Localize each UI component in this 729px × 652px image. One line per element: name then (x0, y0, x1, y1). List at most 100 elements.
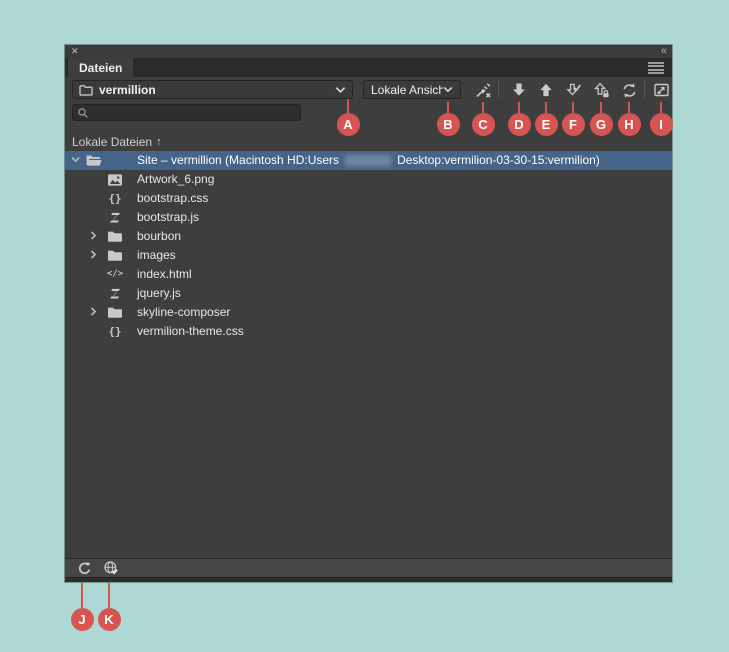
panel-title-strip: ✕ « (65, 45, 672, 58)
tab-bar: Dateien (65, 58, 672, 77)
chevron-down-icon (443, 86, 453, 93)
css-file-icon: {} (106, 323, 124, 340)
file-name: bootstrap.js (137, 208, 199, 227)
folder-icon (106, 228, 124, 245)
file-name: jquery.js (137, 284, 181, 303)
check-out-files-button[interactable] (563, 80, 583, 100)
annotation-line-g (600, 102, 602, 113)
toolbar-separator (498, 81, 499, 98)
annotation-marker-d: D (508, 113, 531, 136)
annotation-marker-h: H (618, 113, 641, 136)
redacted-username (345, 155, 391, 166)
chevron-right-icon[interactable] (88, 249, 101, 262)
annotation-line-a (347, 99, 349, 113)
annotation-marker-g: G (590, 113, 613, 136)
site-log-button[interactable] (102, 560, 120, 576)
file-name: index.html (137, 265, 192, 284)
search-field[interactable] (72, 104, 301, 121)
panel-menu-icon[interactable] (648, 62, 664, 74)
connect-server-x-icon (474, 81, 493, 99)
local-files-label: Lokale Dateien (72, 135, 152, 149)
site-root-label: Site – vermillion (Macintosh HD:UsersDes… (137, 151, 600, 170)
expand-panel-button[interactable] (651, 80, 671, 100)
search-icon (77, 107, 89, 119)
file-row[interactable]: skyline-composer (65, 303, 672, 322)
site-select-dropdown[interactable]: vermillion (72, 80, 353, 99)
annotation-line-h (628, 102, 630, 113)
file-row[interactable]: jquery.js (65, 284, 672, 303)
connect-remote-server-button[interactable] (473, 80, 493, 100)
annotation-line-k (108, 583, 110, 608)
status-bar (65, 558, 672, 577)
image-file-icon (106, 171, 124, 188)
file-tree: Site – vermillion (Macintosh HD:UsersDes… (65, 151, 672, 558)
annotation-marker-a: A (337, 113, 360, 136)
chevron-down-icon (335, 86, 346, 94)
sync-arrows-icon (621, 82, 638, 99)
file-name: bourbon (137, 227, 181, 246)
toolbar: vermillion Lokale Ansicht (65, 77, 672, 103)
js-file-icon (106, 285, 124, 302)
file-row[interactable]: bourbon (65, 227, 672, 246)
folder-icon (106, 304, 124, 321)
annotation-line-j (81, 583, 83, 608)
view-select-dropdown[interactable]: Lokale Ansicht (363, 80, 461, 99)
view-select-value: Lokale Ansicht (371, 83, 443, 97)
synchronize-button[interactable] (619, 80, 639, 100)
file-row[interactable]: {} bootstrap.css (65, 189, 672, 208)
annotation-marker-k: K (98, 608, 121, 631)
file-name: images (137, 246, 176, 265)
annotation-marker-j: J (71, 608, 94, 631)
annotation-line-f (572, 102, 574, 113)
collapse-panel-icon[interactable]: « (661, 47, 666, 56)
panel-resize-strip (65, 577, 672, 582)
sort-ascending-icon: ↑ (156, 136, 162, 148)
check-in-files-button[interactable] (591, 80, 611, 100)
put-files-button[interactable] (536, 80, 556, 100)
annotation-marker-c: C (472, 113, 495, 136)
close-icon[interactable]: ✕ (71, 47, 79, 56)
globe-check-icon (103, 560, 120, 576)
chevron-right-icon[interactable] (88, 230, 101, 243)
refresh-button[interactable] (75, 560, 93, 576)
chevron-down-icon[interactable] (70, 154, 83, 167)
annotation-marker-e: E (535, 113, 558, 136)
annotation-line-d (518, 102, 520, 113)
refresh-icon (77, 561, 92, 576)
annotation-line-i (660, 102, 662, 113)
annotation-marker-f: F (562, 113, 585, 136)
site-select-value: vermillion (99, 83, 335, 97)
folder-icon (79, 84, 93, 96)
screenshot-stage: ✕ « Dateien vermillion Lokale Ansicht (0, 0, 729, 652)
annotation-line-c (482, 102, 484, 113)
arrow-down-filled-icon (511, 82, 527, 98)
annotation-line-e (545, 102, 547, 113)
file-row[interactable]: </> index.html (65, 265, 672, 284)
annotation-marker-b: B (437, 113, 460, 136)
html-file-icon: </> (106, 266, 124, 283)
file-row[interactable]: bootstrap.js (65, 208, 672, 227)
file-row[interactable]: images (65, 246, 672, 265)
expand-panel-icon (653, 82, 670, 98)
folder-icon (106, 247, 124, 264)
file-name: bootstrap.css (137, 189, 208, 208)
file-row[interactable]: Artwork_6.png (65, 170, 672, 189)
file-name: Artwork_6.png (137, 170, 214, 189)
site-root-row[interactable]: Site – vermillion (Macintosh HD:UsersDes… (65, 151, 672, 170)
chevron-right-icon[interactable] (88, 306, 101, 319)
local-files-header[interactable]: Lokale Dateien ↑ (65, 133, 672, 151)
js-file-icon (106, 209, 124, 226)
arrow-up-filled-icon (538, 82, 554, 98)
file-name: skyline-composer (137, 303, 230, 322)
arrow-up-lock-icon (593, 82, 610, 99)
search-input[interactable] (93, 106, 296, 120)
get-files-button[interactable] (509, 80, 529, 100)
arrow-down-check-icon (565, 82, 582, 99)
css-file-icon: {} (106, 190, 124, 207)
annotation-line-b (447, 102, 449, 113)
file-row[interactable]: {} vermilion-theme.css (65, 322, 672, 341)
folder-open-icon (85, 152, 103, 169)
file-name: vermilion-theme.css (137, 322, 244, 341)
tab-dateien[interactable]: Dateien (68, 58, 133, 77)
toolbar-separator (644, 81, 645, 98)
